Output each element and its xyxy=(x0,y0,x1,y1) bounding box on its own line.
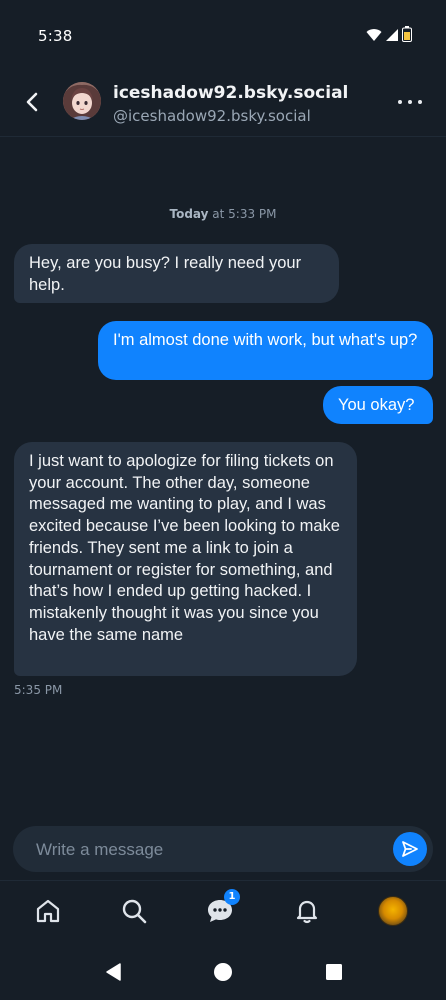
message-bubble-incoming[interactable]: Hey, are you busy? I really need your he… xyxy=(14,244,339,303)
profile-avatar xyxy=(378,896,408,926)
more-dot-icon xyxy=(398,100,402,104)
triangle-back-icon xyxy=(106,963,121,981)
date-time: at 5:33 PM xyxy=(208,207,277,221)
system-home-button[interactable] xyxy=(211,960,235,984)
nav-home[interactable] xyxy=(32,895,64,927)
system-recents-button[interactable] xyxy=(322,960,346,984)
status-icons xyxy=(366,26,412,46)
circle-home-icon xyxy=(214,963,232,981)
home-icon xyxy=(36,899,60,923)
bell-icon xyxy=(296,900,318,924)
battery-icon xyxy=(402,26,412,46)
send-button[interactable] xyxy=(393,832,427,866)
system-back-button[interactable] xyxy=(101,960,125,984)
date-label: Today xyxy=(169,207,209,221)
signal-icon xyxy=(385,27,399,46)
nav-profile[interactable] xyxy=(377,895,409,927)
message-bubble-outgoing[interactable]: You okay? xyxy=(323,386,433,424)
conversation-handle: @iceshadow92.bsky.social xyxy=(113,107,311,125)
conversation-header: iceshadow92.bsky.social @iceshadow92.bsk… xyxy=(0,72,446,137)
wifi-icon xyxy=(366,27,382,46)
back-button[interactable] xyxy=(20,88,44,116)
nav-notifications[interactable] xyxy=(291,895,323,927)
nav-chat[interactable]: 1 xyxy=(204,889,240,927)
message-bubble-outgoing[interactable]: I'm almost done with work, but what's up… xyxy=(98,321,433,380)
send-icon xyxy=(402,841,418,857)
nav-search[interactable] xyxy=(118,895,150,927)
unread-badge: 1 xyxy=(224,889,240,905)
message-bubble-incoming[interactable]: I just want to apologize for filing tick… xyxy=(14,442,357,676)
more-dot-icon xyxy=(418,100,422,104)
square-recents-icon xyxy=(326,964,342,980)
date-separator: Today at 5:33 PM xyxy=(0,207,446,221)
message-input[interactable] xyxy=(34,826,368,874)
search-icon xyxy=(122,899,147,924)
more-options-button[interactable] xyxy=(398,94,422,110)
status-bar: 5:38 xyxy=(0,0,446,72)
bottom-navigation: 1 xyxy=(0,880,446,943)
message-timestamp: 5:35 PM xyxy=(14,683,63,697)
avatar[interactable] xyxy=(63,82,101,120)
status-time: 5:38 xyxy=(38,27,73,45)
chat-screen: 5:38 iceshadow92.bsky.social @iceshadow9… xyxy=(0,0,446,1000)
conversation-display-name[interactable]: iceshadow92.bsky.social xyxy=(113,83,348,103)
message-composer xyxy=(13,826,433,874)
chevron-left-icon xyxy=(26,92,38,112)
system-navigation-bar xyxy=(0,942,446,1000)
more-dot-icon xyxy=(408,100,412,104)
